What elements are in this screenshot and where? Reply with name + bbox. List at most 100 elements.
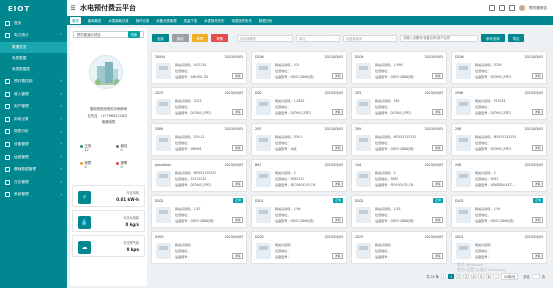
page-button[interactable]: 6 <box>485 273 492 280</box>
sidebar-item[interactable]: 收入管理 › <box>0 88 67 101</box>
meter-card[interactable]: D202 正常 网关识别码：1,83 位置地址： 设备型号：DDSY-3D66(预) 详情 <box>351 195 447 228</box>
project-dropdown[interactable]: 预付费演示项目 切换 <box>73 31 144 38</box>
meter-card[interactable]: 2023 2023/03/03 网关识别码：2023 位置地址： 设备型号：DLT645… <box>151 87 247 120</box>
page-button[interactable]: 5 <box>478 273 484 280</box>
sidebar-item[interactable]: 系统管理 › <box>0 189 67 202</box>
detail-button[interactable]: 详情 <box>432 253 443 259</box>
meter-card[interactable]: B02 2023/03/03 网关识别码：5 位置地址：9062121 设备型号：SEO… <box>251 159 347 192</box>
meter-card[interactable]: D02 2023/03/03 网关识别码：1-5652 位置地址： 设备型号：DLT64… <box>251 87 347 120</box>
menu-toggle-icon[interactable]: ☰ <box>67 5 79 12</box>
tab-item[interactable]: 操作记录 <box>136 18 150 23</box>
filter-button[interactable]: 离线 <box>171 34 189 42</box>
meter-card[interactable]: 2025 2023/04/03 网关识别码： 位置地址： 设备型号： 详情 <box>351 231 447 264</box>
detail-button[interactable]: 详情 <box>232 253 243 259</box>
sidebar-subitem[interactable]: 电表数据表 <box>0 64 67 75</box>
switch-project-button[interactable]: 切换 <box>127 31 140 38</box>
search-input[interactable] <box>400 34 479 42</box>
sidebar-item[interactable]: 运维管理 › <box>0 151 67 164</box>
language-icon[interactable] <box>509 5 516 11</box>
detail-button[interactable]: 详情 <box>232 181 243 187</box>
meter-card[interactable]: D102 正常 网关识别码：1,94 位置地址： 设备型号：DDSY-3D66(预) 详情 <box>451 195 547 228</box>
export-button[interactable]: 导出 <box>507 34 525 42</box>
meter-card[interactable]: 20004 2023/03/03 网关识别码：UO2124 位置地址： 设备型号：AMC… <box>151 51 247 84</box>
detail-button[interactable]: 详情 <box>332 109 343 115</box>
filter-select[interactable]: 单元 ⌄ <box>296 34 341 42</box>
sidebar-item[interactable]: 基础数据管理 › <box>0 163 67 176</box>
meter-card[interactable]: 2024 2023/04/03 网关识别码： 位置地址： 设备型号： 详情 <box>451 231 547 264</box>
tab-item[interactable]: 电表操作历史 <box>232 18 252 23</box>
filter-button[interactable]: 故障 <box>191 34 209 42</box>
fullscreen-icon[interactable] <box>489 5 496 11</box>
tab-item[interactable]: 水表能耗记录 <box>108 18 128 23</box>
sidebar-subitem[interactable]: 电表数据 <box>0 53 67 64</box>
detail-button[interactable]: 详情 <box>432 73 443 79</box>
page-button[interactable]: 3 <box>463 273 469 280</box>
detail-button[interactable]: 详情 <box>332 253 343 259</box>
detail-button[interactable]: 详情 <box>232 73 243 79</box>
sidebar-item[interactable]: 设备管理 › <box>0 138 67 151</box>
detail-button[interactable]: 详情 <box>532 73 543 79</box>
meter-card[interactable]: D204 2023/03/03 网关识别码：1,996 位置地址： 设备型号：DDSY-… <box>351 51 447 84</box>
meter-card[interactable]: D209 2023/04/03 网关识别码： 位置地址： 设备型号： 详情 <box>251 231 347 264</box>
detail-button[interactable]: 详情 <box>532 217 543 223</box>
detail-button[interactable]: 详情 <box>232 145 243 151</box>
detail-button[interactable]: 详情 <box>532 109 543 115</box>
tab-item[interactable]: 数据分析 <box>259 18 273 23</box>
user-name[interactable]: 预付费测试 <box>529 6 547 11</box>
search-button[interactable]: 条件查询 <box>481 34 505 42</box>
detail-button[interactable]: 详情 <box>532 145 543 151</box>
sidebar-subitem[interactable]: 数据总览 <box>0 42 67 54</box>
detail-button[interactable]: 详情 <box>332 217 343 223</box>
sidebar-item[interactable]: 用户管理 › <box>0 100 67 113</box>
detail-button[interactable]: 详情 <box>332 73 343 79</box>
detail-button[interactable]: 详情 <box>232 217 243 223</box>
filter-button[interactable]: 报警 <box>211 34 229 42</box>
tab-item[interactable]: 设备分类管理 <box>156 18 176 23</box>
detail-button[interactable]: 详情 <box>332 181 343 187</box>
detail-button[interactable]: 详情 <box>332 145 343 151</box>
prev-page-icon[interactable]: ‹ <box>440 273 447 280</box>
meter-card[interactable]: D300 2023/04/03 网关识别码： 位置地址： 设备型号： 详情 <box>151 231 247 264</box>
meter-card[interactable]: 208 2023/03/03 网关识别码：5 位置地址：9061 设备型号：AEWDDN… <box>451 159 547 192</box>
detail-button[interactable]: 详情 <box>432 109 443 115</box>
meter-card[interactable]: D202 正常 网关识别码：1,87 位置地址： 设备型号：DDSY-3D66(预) 详情 <box>151 195 247 228</box>
page-button[interactable]: 1 <box>448 273 454 280</box>
detail-button[interactable]: 详情 <box>532 253 543 259</box>
detail-button[interactable]: 详情 <box>432 145 443 151</box>
meter-card[interactable]: 203 2023/03/03 网关识别码：285 位置地址： 设备型号：DLT645_E… <box>351 87 447 120</box>
meter-card[interactable]: 2089 2023/03/03 网关识别码：209-12 位置地址： 设备型号：NM90… <box>151 123 247 156</box>
goto-input[interactable] <box>531 273 540 280</box>
detail-button[interactable]: 详情 <box>432 181 443 187</box>
notification-icon[interactable] <box>499 5 506 11</box>
meter-card[interactable]: 144 2023/03/03 网关识别码：5 位置地址：9062 设备型号：SEVHCK… <box>351 159 447 192</box>
sidebar-item[interactable]: 电力统计 ˅ <box>0 30 67 43</box>
next-page-icon[interactable]: › <box>493 273 499 280</box>
meter-card[interactable]: 209 2023/03/03 网关识别码：M5553133333 位置地址： 设备型号：… <box>351 123 447 156</box>
tab-item[interactable]: 水表操作历史 <box>204 18 224 23</box>
meter-card[interactable]: 208 2023/03/03 网关识别码：M5553133333 位置地址： 设备型号：… <box>451 123 547 156</box>
detail-button[interactable]: 详情 <box>532 181 543 187</box>
avatar[interactable] <box>519 5 526 11</box>
meter-card[interactable]: D201 正常 网关识别码：1,96 位置地址： 设备型号：DDSY-3D66(预) 详情 <box>251 195 347 228</box>
page-size-select[interactable]: 20条/页 <box>500 273 519 280</box>
page-button[interactable]: 4 <box>470 273 477 280</box>
tab-item[interactable]: 能耗概览 <box>88 18 102 23</box>
filter-select[interactable]: 请选择房间 ⌄ <box>343 34 398 42</box>
meter-card[interactable]: jiancollion 2023/03/03 网关识别码：M5553133333 位置… <box>151 159 247 192</box>
detail-button[interactable]: 详情 <box>232 109 243 115</box>
filter-select[interactable]: 请选择楼栋 ⌄ <box>237 34 294 42</box>
page-button[interactable]: 2 <box>455 273 462 280</box>
sidebar-item[interactable]: 预付费控制 › <box>0 75 67 88</box>
sidebar-item[interactable]: 首页 <box>0 17 67 30</box>
detail-button[interactable]: 详情 <box>432 217 443 223</box>
tab-item[interactable]: 首页 <box>70 17 81 24</box>
sidebar-item[interactable]: 用电记录 › <box>0 113 67 126</box>
sidebar-item[interactable]: 报表分析 › <box>0 126 67 139</box>
sidebar-item[interactable]: 日志管理 › <box>0 176 67 189</box>
meter-card[interactable]: D206 2023/03/03 网关识别码：2026 位置地址： 设备型号：DLT645… <box>451 51 547 84</box>
tab-item[interactable]: 批量下发 <box>184 18 198 23</box>
meter-card[interactable]: 2098 2023/03/03 网关识别码：975033 位置地址： 设备型号：DLT6… <box>451 87 547 120</box>
filter-button[interactable]: 全部 <box>152 34 169 42</box>
meter-card[interactable]: 205 2023/03/03 网关识别码：209-1 位置地址： 设备型号：水表 详情 <box>251 123 347 156</box>
meter-card[interactable]: D206 2023/03/03 网关识别码：101 位置地址： 设备型号：DDSY-3D… <box>251 51 347 84</box>
